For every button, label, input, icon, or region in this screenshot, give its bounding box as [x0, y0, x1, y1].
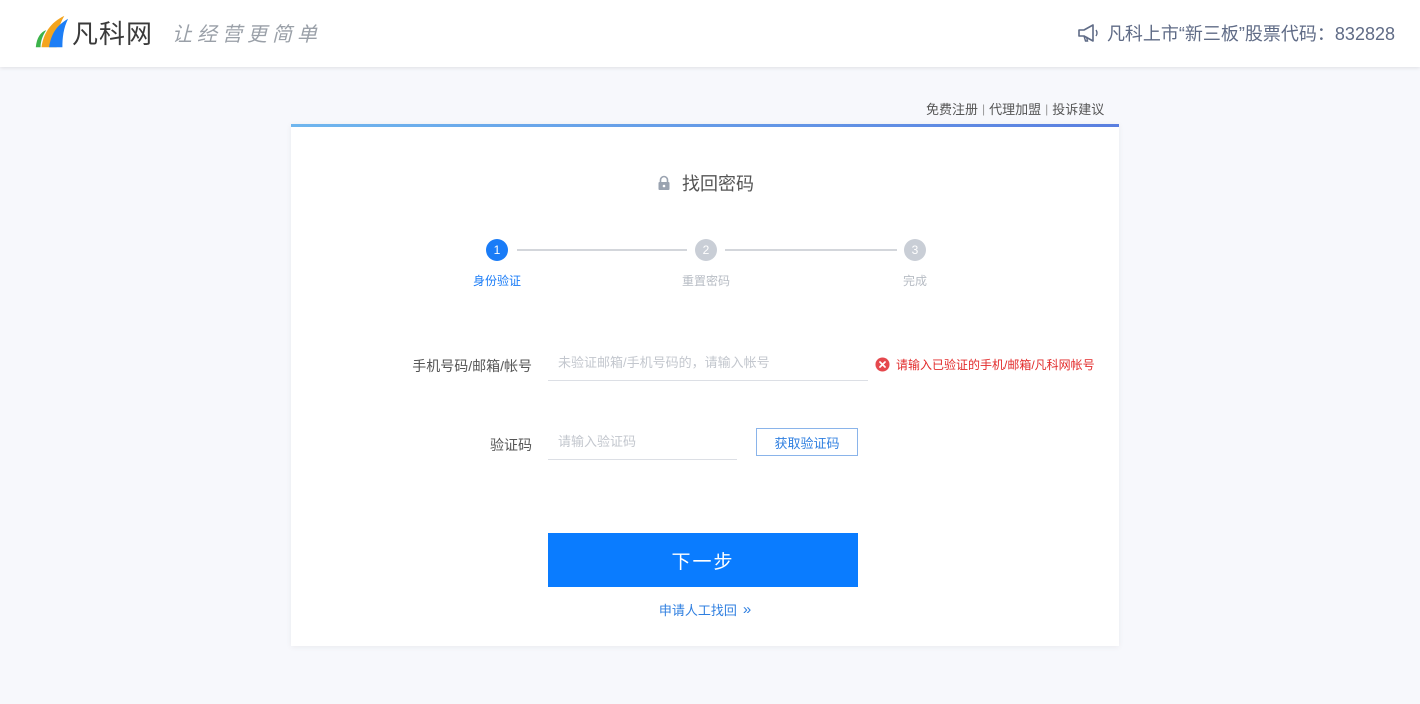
stock-notice[interactable]: 凡科上市“新三板”股票代码：832828	[1077, 20, 1395, 46]
manual-recovery-link[interactable]: 申请人工找回 »	[291, 600, 1119, 619]
link-separator: |	[982, 101, 986, 116]
fanke-logo-icon	[35, 15, 69, 48]
manual-recovery-text: 申请人工找回	[658, 603, 737, 618]
card-title-text: 找回密码	[682, 174, 754, 194]
error-circle-icon	[875, 357, 890, 372]
link-separator: |	[1045, 101, 1049, 116]
account-error: 请输入已验证的手机/邮箱/凡科网帐号	[875, 356, 1095, 373]
stock-notice-text: 凡科上市“新三板”股票代码：832828	[1106, 24, 1395, 44]
card-accent-line	[291, 124, 1119, 127]
step-connector	[517, 249, 687, 251]
step-3-indicator: 3	[904, 239, 926, 261]
step-3-label: 完成	[902, 274, 927, 288]
account-input[interactable]	[548, 345, 868, 381]
step-2-indicator: 2	[695, 239, 717, 261]
agent-link[interactable]: 代理加盟	[989, 99, 1041, 118]
double-chevron-right-icon: »	[742, 601, 752, 618]
complaint-link[interactable]: 投诉建议	[1052, 99, 1104, 118]
slogan: 让经营更简单	[172, 22, 322, 46]
next-step-button[interactable]: 下一步	[548, 533, 858, 587]
account-error-text: 请输入已验证的手机/邮箱/凡科网帐号	[896, 358, 1095, 372]
register-link[interactable]: 免费注册	[926, 99, 978, 118]
code-input[interactable]	[548, 424, 737, 460]
step-connector	[725, 249, 897, 251]
logo-text: 凡科网	[72, 18, 154, 49]
recover-password-card: 找回密码 1 2 3 身份验证 重置密码 完成 手机号码/邮箱/帐号 请输入已验…	[291, 124, 1119, 646]
step-2-label: 重置密码	[681, 274, 730, 288]
lock-icon	[658, 175, 670, 190]
get-code-button[interactable]: 获取验证码	[756, 428, 858, 456]
step-1-label: 身份验证	[472, 274, 521, 288]
megaphone-icon	[1078, 24, 1098, 42]
top-links: 免费注册 | 代理加盟 | 投诉建议	[926, 99, 1104, 118]
card-title: 找回密码	[291, 170, 1119, 196]
top-header: 凡科网 让经营更简单 凡科上市“新三板”股票代码：832828	[0, 0, 1420, 67]
code-label: 验证码	[490, 437, 532, 453]
logo[interactable]: 凡科网	[32, 12, 153, 52]
step-1-indicator: 1	[486, 239, 508, 261]
account-label: 手机号码/邮箱/帐号	[412, 358, 532, 374]
